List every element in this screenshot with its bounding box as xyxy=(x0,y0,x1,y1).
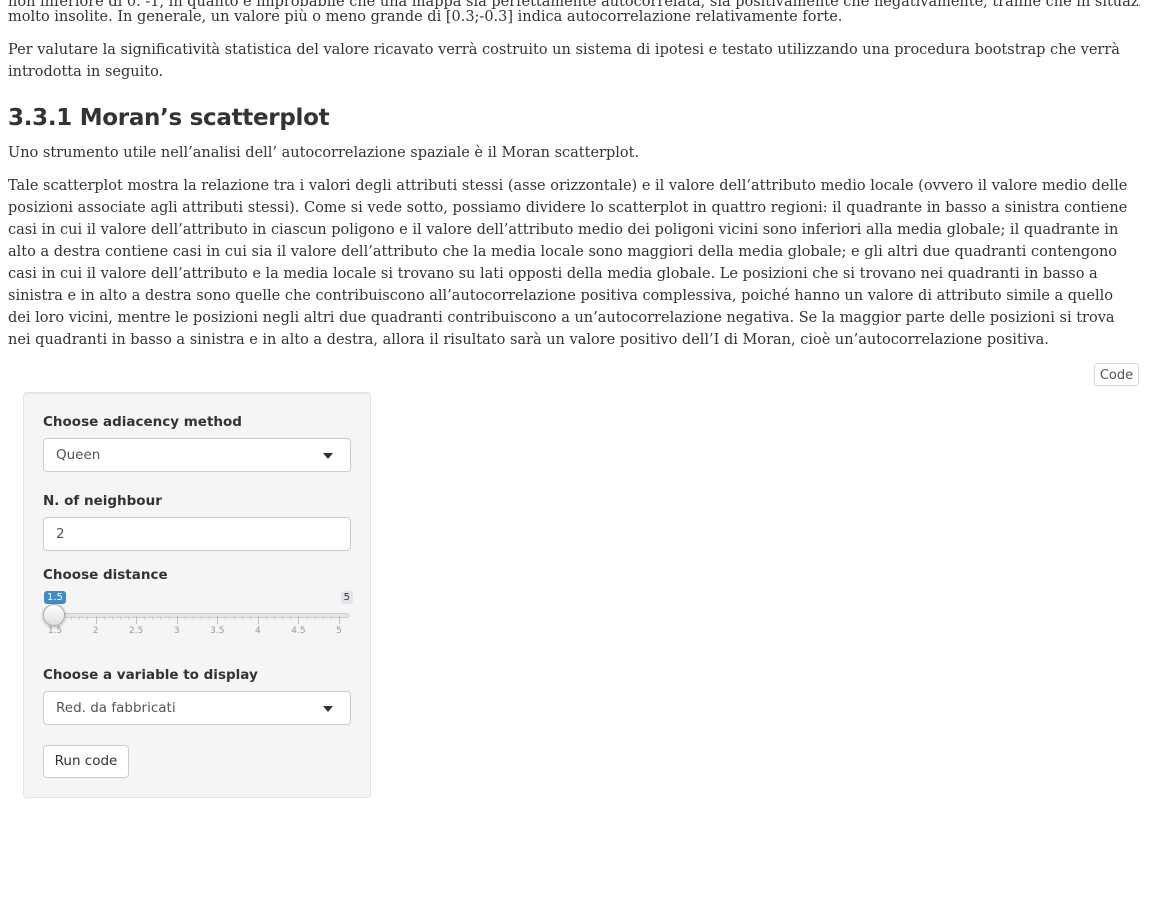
section-title: 3.3.1 Moran’s scatterplot xyxy=(8,105,330,131)
slider-tick-label: 4 xyxy=(254,626,261,636)
paragraph: molto insolite. In generale, un valore p… xyxy=(8,9,843,25)
slider-tick-minor xyxy=(249,616,251,620)
slider-tick-minor xyxy=(209,616,211,620)
slider-tick-minor xyxy=(225,616,227,620)
adjacency-method-select[interactable]: Queen xyxy=(43,438,351,472)
slider-tick-minor xyxy=(192,616,194,620)
slider-tick-label: 4.5 xyxy=(291,626,306,636)
slider-tick-major xyxy=(217,616,219,624)
adjacency-method-value: Queen xyxy=(56,447,101,463)
adjacency-method-label: Choose adiacency method xyxy=(43,414,242,430)
slider-tick-label: 1.5 xyxy=(47,626,63,636)
slider-tick-minor xyxy=(265,616,267,620)
chevron-down-icon xyxy=(323,453,333,459)
slider-tick-label: 5 xyxy=(336,626,342,636)
paragraph: Uno strumento utile nell’analisi dell’ a… xyxy=(8,145,640,161)
slider-tick-major xyxy=(176,616,178,624)
slider-tick-label: 3 xyxy=(173,626,180,636)
slider-tick-minor xyxy=(184,616,186,620)
slider-tick-minor xyxy=(306,616,308,620)
slider-tick-minor xyxy=(79,616,81,620)
distance-label: Choose distance xyxy=(43,567,168,583)
distance-slider[interactable]: 1.5 5 1.5 2 2.5 3 3.5 4 4.5 5 xyxy=(43,589,353,649)
slider-tick-minor xyxy=(119,616,121,620)
slider-tick-minor xyxy=(314,616,316,620)
slider-tick-minor xyxy=(128,616,130,620)
slider-tick-minor xyxy=(241,616,243,620)
slider-tick-minor xyxy=(160,616,162,620)
slider-handle[interactable] xyxy=(43,604,65,626)
slider-tick-major xyxy=(95,616,97,624)
slider-tick-major xyxy=(298,616,300,624)
neighbour-input[interactable]: 2 xyxy=(43,517,351,551)
slider-tick-major xyxy=(257,616,259,624)
slider-tick-minor xyxy=(103,616,105,620)
run-code-button[interactable]: Run code xyxy=(43,745,129,778)
slider-tick-minor xyxy=(274,616,276,620)
slider-tick-label: 2.5 xyxy=(128,626,144,636)
slider-tick-minor xyxy=(322,616,324,620)
slider-tick-label: 3.5 xyxy=(210,626,225,636)
slider-tick-minor xyxy=(290,616,292,620)
slider-tick-label: 2 xyxy=(92,626,99,636)
slider-tick-minor xyxy=(87,616,89,620)
slider-value-badge: 1.5 xyxy=(44,591,66,604)
slider-tick-minor xyxy=(152,616,154,620)
slider-tick-minor xyxy=(71,616,73,620)
slider-tick-minor xyxy=(233,616,235,620)
paragraph: Tale scatterplot mostra la relazione tra… xyxy=(8,178,1128,348)
paragraph: Per valutare la significatività statisti… xyxy=(8,42,1120,80)
slider-tick-minor xyxy=(330,616,332,620)
input-panel: Choose adiacency method Queen N. of neig… xyxy=(23,392,371,798)
slider-tick-minor xyxy=(144,616,146,620)
code-toggle-button[interactable]: Code xyxy=(1094,363,1139,386)
slider-tick-minor xyxy=(111,616,113,620)
variable-value: Red. da fabbricati xyxy=(56,700,176,716)
slider-tick-minor xyxy=(282,616,284,620)
variable-label: Choose a variable to display xyxy=(43,667,258,683)
neighbour-label: N. of neighbour xyxy=(43,493,162,509)
variable-select[interactable]: Red. da fabbricati xyxy=(43,691,351,725)
neighbour-value: 2 xyxy=(56,526,65,542)
slider-tick-minor xyxy=(201,616,203,620)
slider-tick-major xyxy=(339,616,340,624)
slider-max-badge: 5 xyxy=(340,591,353,604)
slider-ticks: 1.5 2 2.5 3 3.5 4 4.5 5 xyxy=(43,616,353,646)
chevron-down-icon xyxy=(323,706,333,712)
slider-tick-major xyxy=(136,616,138,624)
slider-tick-minor xyxy=(168,616,170,620)
